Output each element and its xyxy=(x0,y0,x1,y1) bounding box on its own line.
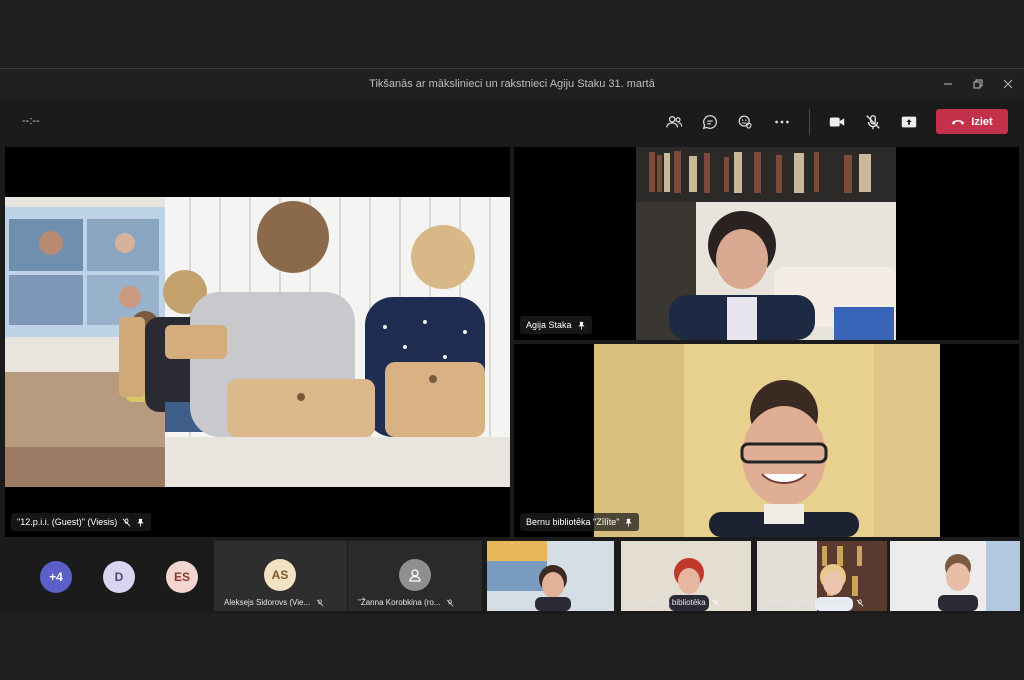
camera-icon xyxy=(829,117,845,127)
desktop-background: Tikšanās ar mākslinieci un rakstnieci Ag… xyxy=(0,0,1024,680)
classroom-video xyxy=(5,147,510,537)
participant-name-tag: Agija Staka xyxy=(520,316,592,334)
chat-icon xyxy=(702,115,718,130)
restore-button[interactable] xyxy=(963,69,993,99)
chat-button[interactable] xyxy=(697,109,723,135)
teams-meeting-window: Tikšanās ar mākslinieci un rakstnieci Ag… xyxy=(0,68,1024,614)
participant-video xyxy=(487,541,614,611)
people-icon xyxy=(666,115,683,128)
meeting-timer: --:-- xyxy=(22,115,40,127)
toolbar-divider xyxy=(809,109,810,135)
mic-muted-icon xyxy=(856,598,864,606)
avatar[interactable]: D xyxy=(103,561,135,593)
participant-name: "12.p.i.i. (Guest)" (Viesis) xyxy=(17,517,118,527)
more-participants-button[interactable]: +4 xyxy=(40,561,72,593)
participant-tile[interactable] xyxy=(487,541,614,611)
pin-icon xyxy=(625,518,633,527)
minimize-button[interactable] xyxy=(933,69,963,99)
close-icon xyxy=(1003,79,1013,89)
participant-tile-agija-staka[interactable]: Agija Staka xyxy=(514,147,1019,340)
restore-icon xyxy=(973,79,983,89)
participant-name: "Žanna Korobkina (ro... xyxy=(358,598,441,607)
participant-roster-strip: +4 D ES AS Aleksejs Sidorovs (Vie... "Ža… xyxy=(0,541,1024,613)
avatar: AS xyxy=(264,559,296,591)
zilite-video xyxy=(514,344,1019,537)
avatar[interactable]: ES xyxy=(166,561,198,593)
participant-name: Aleksejs Sidorovs (Vie... xyxy=(224,598,311,607)
participant-tile[interactable]: Jaunbuves bibliotēka xyxy=(621,541,751,611)
participant-video xyxy=(890,541,1020,611)
participant-label: Pārdaugavas bibliotēka xyxy=(767,598,864,607)
close-button[interactable] xyxy=(993,69,1023,99)
mic-muted-icon xyxy=(122,517,131,526)
participants-button[interactable] xyxy=(661,109,687,135)
mic-muted-icon xyxy=(446,598,454,606)
participant-name-tag: Bernu bibliotēka "Zīlīte" xyxy=(520,513,640,531)
participant-tile[interactable]: "Žanna Korobkina (ro... xyxy=(348,541,482,611)
title-bar: Tikšanās ar mākslinieci un rakstnieci Ag… xyxy=(0,69,1024,99)
participant-label: Aleksejs Sidorovs (Vie... xyxy=(224,598,324,607)
avatar-initials: ES xyxy=(173,570,190,584)
meeting-toolbar: --:-- Iziet xyxy=(0,99,1024,145)
participant-name: Jaunbuves bibliotēka xyxy=(631,598,706,607)
share-screen-button[interactable] xyxy=(896,109,922,135)
mic-muted-icon xyxy=(316,598,324,606)
participant-name: Bernu bibliotēka "Zīlīte" xyxy=(526,517,620,527)
reactions-button[interactable] xyxy=(733,109,759,135)
participant-name-tag: "12.p.i.i. (Guest)" (Viesis) xyxy=(11,513,152,531)
participant-name: Pārdaugavas bibliotēka xyxy=(767,598,851,607)
avatar-initials: AS xyxy=(271,568,289,582)
more-icon xyxy=(775,120,789,124)
overflow-count: +4 xyxy=(49,570,63,584)
share-icon xyxy=(901,116,917,128)
avatar xyxy=(399,559,431,591)
leave-button[interactable]: Iziet xyxy=(936,109,1008,134)
leave-label: Iziet xyxy=(971,115,993,128)
participant-label: "Žanna Korobkina (ro... xyxy=(358,598,454,607)
participant-tile[interactable]: AS Aleksejs Sidorovs (Vie... xyxy=(214,541,347,611)
participant-tile-guest[interactable]: "12.p.i.i. (Guest)" (Viesis) xyxy=(5,147,510,537)
participant-tile[interactable]: Pārdaugavas bibliotēka xyxy=(757,541,887,611)
person-icon xyxy=(409,569,421,582)
window-title: Tikšanās ar mākslinieci un rakstnieci Ag… xyxy=(369,78,655,90)
participant-tile[interactable] xyxy=(890,541,1020,611)
pin-icon xyxy=(577,321,585,330)
camera-button[interactable] xyxy=(824,109,850,135)
participant-name: Agija Staka xyxy=(526,320,572,330)
mute-button[interactable] xyxy=(860,109,886,135)
participant-tile-zilite[interactable]: Bernu bibliotēka "Zīlīte" xyxy=(514,344,1019,537)
more-actions-button[interactable] xyxy=(769,109,795,135)
mic-muted-icon xyxy=(866,115,880,130)
participant-label: Jaunbuves bibliotēka xyxy=(631,598,720,607)
pin-icon xyxy=(137,518,144,527)
avatar-initials: D xyxy=(114,570,124,584)
reactions-icon xyxy=(738,115,752,129)
agija-video xyxy=(514,147,1019,340)
minimize-icon xyxy=(944,83,952,85)
hangup-icon xyxy=(951,119,965,125)
mic-muted-icon xyxy=(712,598,720,606)
